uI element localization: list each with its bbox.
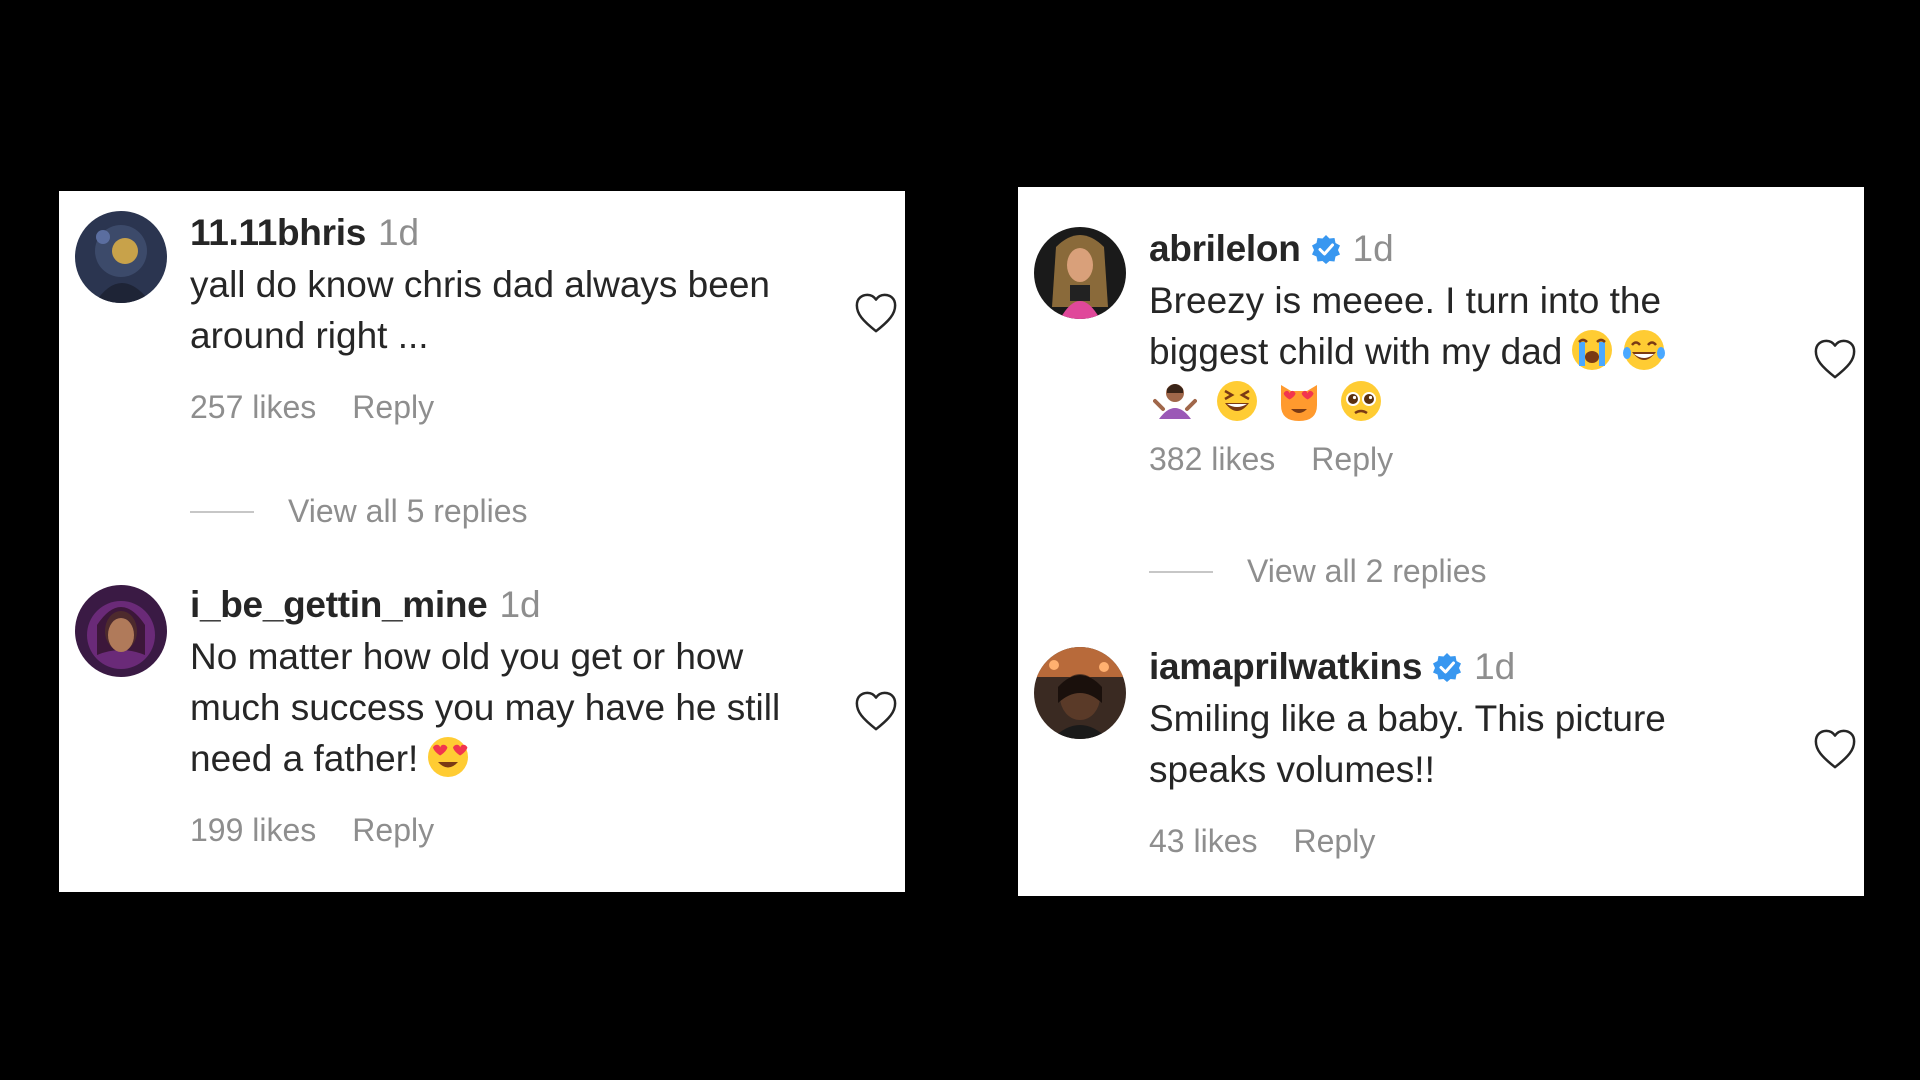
- comments-panel-left: 11.11bhris 1d yall do know chris dad alw…: [59, 191, 905, 892]
- likes-count[interactable]: 43 likes: [1149, 823, 1258, 860]
- heart-icon[interactable]: [1812, 337, 1858, 381]
- timestamp: 1d: [1474, 646, 1516, 687]
- verified-badge-icon: [1311, 234, 1341, 264]
- reply-button[interactable]: Reply: [352, 812, 434, 849]
- view-replies-label: View all 2 replies: [1247, 553, 1487, 589]
- avatar[interactable]: [1034, 227, 1126, 319]
- tears-of-joy-emoji-icon: [1622, 328, 1666, 372]
- avatar[interactable]: [75, 585, 167, 677]
- likes-count[interactable]: 199 likes: [190, 812, 316, 849]
- view-replies-label: View all 5 replies: [288, 493, 528, 529]
- emoji-row: [1153, 379, 1764, 423]
- view-replies-link[interactable]: View all 2 replies: [1149, 553, 1487, 590]
- divider-line: [1149, 570, 1213, 573]
- username[interactable]: 11.11bhris: [190, 211, 366, 255]
- view-replies-link[interactable]: View all 5 replies: [190, 493, 528, 530]
- reply-button[interactable]: Reply: [352, 389, 434, 426]
- timestamp: 1d: [1352, 228, 1394, 269]
- heart-icon[interactable]: [853, 689, 899, 733]
- comment-text: No matter how old you get or how much su…: [190, 636, 781, 779]
- divider-line: [190, 510, 254, 513]
- comment-text-wrap: No matter how old you get or how much su…: [190, 631, 805, 784]
- heart-icon[interactable]: [1812, 727, 1858, 771]
- reply-button[interactable]: Reply: [1294, 823, 1376, 860]
- person-shrugging-emoji-icon: [1153, 379, 1197, 423]
- username[interactable]: iamaprilwatkins: [1149, 645, 1422, 689]
- comment-text: Smiling like a baby. This picture speaks…: [1149, 698, 1666, 790]
- pleading-face-emoji-icon: [1339, 379, 1383, 423]
- likes-count[interactable]: 382 likes: [1149, 441, 1275, 478]
- timestamp: 1d: [499, 584, 541, 625]
- comment-text: yall do know chris dad always been aroun…: [190, 264, 770, 356]
- likes-count[interactable]: 257 likes: [190, 389, 316, 426]
- avatar[interactable]: [1034, 647, 1126, 739]
- grinning-squinting-emoji-icon: [1215, 379, 1259, 423]
- heart-eyes-emoji-icon: [426, 735, 470, 779]
- verified-badge-icon: [1432, 652, 1462, 682]
- loudly-crying-emoji-icon: [1570, 328, 1614, 372]
- timestamp: 1d: [377, 212, 420, 253]
- username[interactable]: abrilelon: [1149, 227, 1301, 271]
- heart-eyes-cat-emoji-icon: [1277, 379, 1321, 423]
- reply-button[interactable]: Reply: [1311, 441, 1393, 478]
- comment-text-wrap: Breezy is meeee. I turn into the biggest…: [1149, 275, 1764, 423]
- username[interactable]: i_be_gettin_mine: [190, 583, 488, 627]
- comments-panel-right: abrilelon 1d Breezy is meeee. I turn int…: [1018, 187, 1864, 896]
- avatar[interactable]: [75, 211, 167, 303]
- heart-icon[interactable]: [853, 291, 899, 335]
